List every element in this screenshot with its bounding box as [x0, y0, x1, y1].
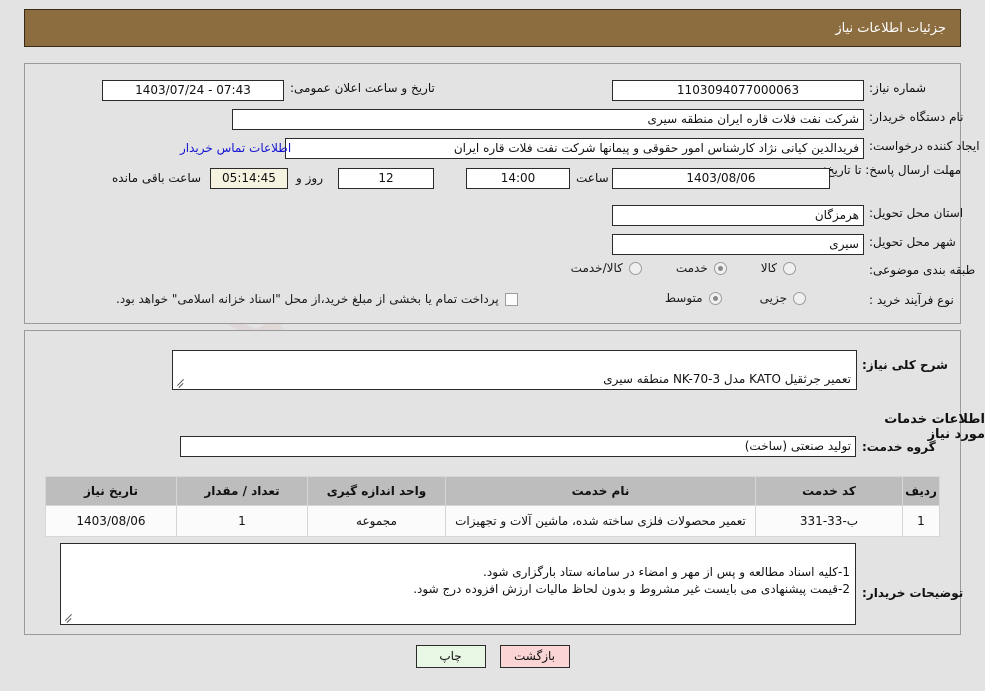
category-radio-group: کالا خدمت کالا/خدمت [556, 261, 796, 275]
process-option-jozii-label: جزیی [759, 291, 787, 305]
category-option-khedmat[interactable]: خدمت [676, 261, 727, 275]
resize-grip-icon[interactable] [176, 377, 186, 387]
request-creator-value: فریدالدین کیانی نژاد کارشناس امور حقوقی … [285, 138, 864, 159]
page-title: جزئیات اطلاعات نیاز [835, 20, 946, 36]
buyer-contact-link[interactable]: اطلاعات تماس خریدار [180, 141, 291, 155]
category-label: طبقه بندی موضوعی: [869, 263, 976, 277]
category-label-wrap: طبقه بندی موضوعی: [869, 263, 975, 277]
process-type-label: نوع فرآیند خرید : [869, 293, 954, 307]
treasury-checkbox-label: پرداخت تمام یا بخشی از مبلغ خرید،از محل … [116, 292, 499, 306]
deadline-label: مهلت ارسال پاسخ: تا تاریخ: [822, 163, 961, 177]
col-code: کد خدمت [755, 476, 903, 506]
deadline-time-value: 14:00 [466, 168, 570, 189]
cell-code: ب-33-331 [755, 505, 903, 537]
deadline-countdown-value: 05:14:45 [210, 168, 288, 189]
service-group-label: گروه خدمت: [862, 440, 936, 454]
category-option-khedmat-label: خدمت [675, 261, 708, 275]
treasury-checkbox[interactable] [504, 292, 518, 306]
col-row: ردیف [902, 476, 940, 506]
radio-motavaset[interactable] [708, 291, 722, 305]
buyer-org-label: نام دستگاه خریدار: [869, 110, 964, 124]
treasury-checkbox-row[interactable]: پرداخت تمام یا بخشی از مبلغ خرید،از محل … [116, 292, 518, 306]
delivery-province-value: هرمزگان [612, 205, 864, 226]
table-header-row: ردیف کد خدمت نام خدمت واحد اندازه گیری ت… [45, 476, 940, 506]
radio-khedmat[interactable] [713, 261, 727, 275]
process-option-motavaset-label: متوسط [664, 291, 703, 305]
cell-row: 1 [902, 505, 940, 537]
col-date: تاریخ نیاز [45, 476, 177, 506]
services-table: ردیف کد خدمت نام خدمت واحد اندازه گیری ت… [45, 476, 940, 537]
need-number-label: شماره نیاز: [869, 81, 926, 95]
col-quantity: تعداد / مقدار [176, 476, 308, 506]
col-unit: واحد اندازه گیری [307, 476, 446, 506]
deadline-countdown-suffix: ساعت باقی مانده [112, 171, 202, 185]
buyer-org-value: شرکت نفت فلات قاره ایران منطقه سیری [232, 109, 864, 130]
buyer-org-row: نام دستگاه خریدار: [869, 110, 964, 124]
category-option-kala-label: کالا [760, 261, 777, 275]
cell-quantity: 1 [176, 505, 308, 537]
radio-kala[interactable] [783, 261, 796, 275]
category-option-kala-khedmat-label: کالا/خدمت [570, 261, 623, 275]
process-option-motavaset[interactable]: متوسط [665, 291, 722, 305]
deadline-days-value: 12 [338, 168, 434, 189]
print-button[interactable]: چاپ [415, 645, 486, 668]
public-announcement-label: تاریخ و ساعت اعلان عمومی: [290, 81, 435, 95]
deadline-days-suffix: روز و [296, 171, 323, 185]
delivery-city-row: شهر محل تحویل: [869, 235, 956, 249]
buyer-notes-label: توضیحات خریدار: [862, 586, 964, 600]
delivery-province-row: استان محل تحویل: [869, 206, 963, 220]
process-type-label-wrap: نوع فرآیند خرید : [869, 293, 954, 307]
back-button[interactable]: بازگشت [499, 645, 570, 668]
public-announcement-row: تاریخ و ساعت اعلان عمومی: [290, 81, 435, 95]
process-option-jozii[interactable]: جزیی [760, 291, 806, 305]
services-section-title: اطلاعات خدمات مورد نیاز [884, 412, 985, 442]
need-info-panel [24, 63, 961, 324]
col-name: نام خدمت [445, 476, 756, 506]
radio-kala-khedmat[interactable] [628, 261, 642, 275]
request-creator-label: ایجاد کننده درخواست: [869, 139, 980, 153]
deadline-hour-label: ساعت [576, 171, 609, 185]
resize-grip-icon[interactable] [64, 612, 74, 622]
general-description-value: تعمیر جرثقیل KATO مدل NK-70-3 منطقه سیری [603, 372, 851, 386]
general-description-label: شرح کلی نیاز: [862, 358, 948, 372]
radio-jozii[interactable] [793, 291, 806, 305]
category-option-kala-khedmat[interactable]: کالا/خدمت [571, 261, 642, 275]
general-description-textarea[interactable]: تعمیر جرثقیل KATO مدل NK-70-3 منطقه سیری [172, 350, 857, 390]
delivery-city-value: سیری [612, 234, 864, 255]
need-number-row: شماره نیاز: [869, 81, 926, 95]
request-creator-row: ایجاد کننده درخواست: [869, 139, 980, 153]
buyer-notes-textarea[interactable]: 1-کلیه اسناد مطالعه و پس از مهر و امضاء … [60, 543, 856, 625]
need-number-value: 1103094077000063 [612, 80, 864, 101]
delivery-city-label: شهر محل تحویل: [869, 235, 956, 249]
footer-actions: بازگشت چاپ [0, 645, 985, 668]
cell-name: تعمیر محصولات فلزی ساخته شده، ماشین آلات… [445, 505, 756, 537]
public-announcement-value: 07:43 - 1403/07/24 [102, 80, 284, 101]
delivery-province-label: استان محل تحویل: [869, 206, 964, 220]
category-option-kala[interactable]: کالا [761, 261, 796, 275]
page-title-bar: جزئیات اطلاعات نیاز [24, 9, 961, 47]
cell-date: 1403/08/06 [45, 505, 177, 537]
process-type-radio-group: جزیی متوسط [630, 291, 806, 305]
service-group-value: تولید صنعتی (ساخت) [180, 436, 856, 457]
cell-unit: مجموعه [307, 505, 446, 537]
buyer-notes-value: 1-کلیه اسناد مطالعه و پس از مهر و امضاء … [413, 565, 850, 596]
table-row: 1 ب-33-331 تعمیر محصولات فلزی ساخته شده،… [45, 505, 940, 537]
deadline-date-value: 1403/08/06 [612, 168, 830, 189]
